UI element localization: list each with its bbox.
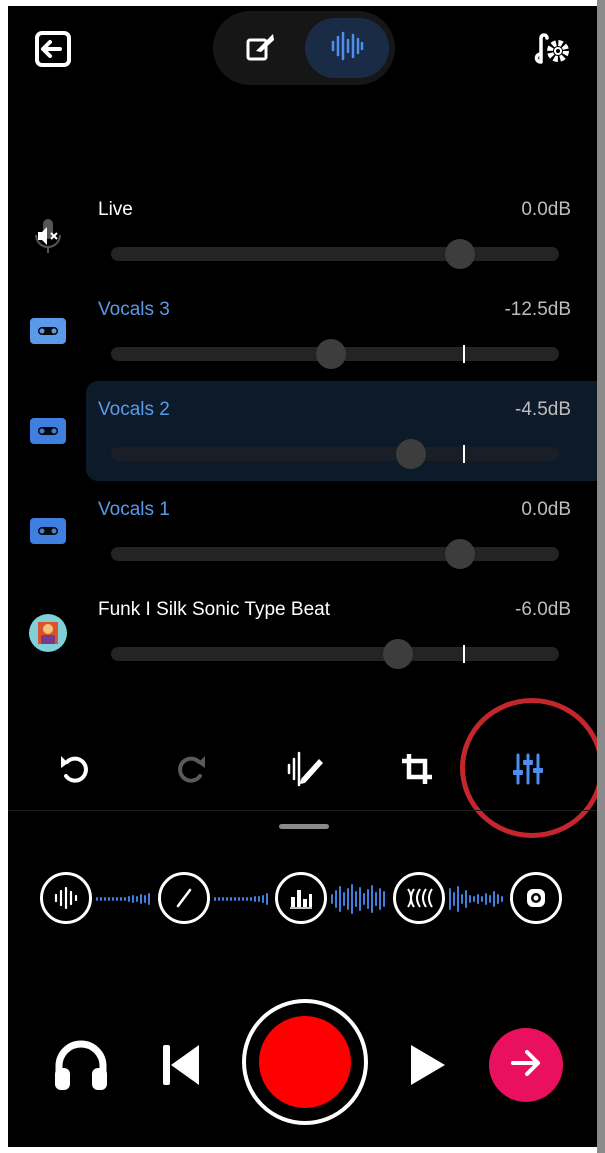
track-row[interactable]: Vocals 3 -12.5dB: [8, 281, 597, 381]
record-dot: [259, 1016, 351, 1108]
next-button[interactable]: [489, 1028, 563, 1102]
volume-slider[interactable]: [111, 339, 559, 369]
music-settings-icon[interactable]: [528, 28, 576, 72]
effect-connector-wave: [214, 882, 268, 916]
unity-tick: [463, 645, 465, 663]
mixer-screen: Live 0.0dB Vocals 3 -12.5dB Vocals 2 -4.…: [8, 6, 597, 1147]
track-db: -12.5dB: [504, 299, 571, 320]
track-db: -6.0dB: [515, 599, 571, 620]
mode-switch: [213, 11, 395, 85]
tape-icon[interactable]: [26, 309, 70, 353]
redo-icon[interactable]: [166, 744, 216, 794]
track-name: Live: [98, 199, 133, 220]
album-art-icon[interactable]: [26, 611, 70, 655]
volume-slider[interactable]: [111, 439, 559, 469]
reverb-effect-icon[interactable]: [393, 872, 445, 924]
track-row[interactable]: Vocals 1 0.0dB: [8, 481, 597, 581]
volume-slider[interactable]: [111, 639, 559, 669]
headphones-icon[interactable]: [50, 1036, 112, 1094]
slider-knob[interactable]: [396, 439, 427, 469]
slope-effect-icon[interactable]: [158, 872, 210, 924]
track-row[interactable]: Funk I Silk Sonic Type Beat -6.0dB: [8, 581, 597, 681]
slider-knob[interactable]: [382, 639, 413, 669]
track-db: -4.5dB: [515, 399, 571, 420]
mix-mode-tab[interactable]: [305, 18, 389, 78]
track-row-selected[interactable]: Vocals 2 -4.5dB: [8, 381, 597, 481]
edit-mode-tab[interactable]: [219, 18, 303, 78]
target-effect-icon[interactable]: [510, 872, 562, 924]
play-icon[interactable]: [402, 1040, 452, 1090]
scrollbar-edge: [597, 0, 605, 1153]
track-row[interactable]: Live 0.0dB: [8, 181, 597, 281]
slider-knob[interactable]: [315, 339, 346, 369]
undo-icon[interactable]: [50, 744, 100, 794]
unity-tick: [463, 445, 465, 463]
track-db: 0.0dB: [521, 499, 571, 520]
mic-muted-icon[interactable]: [26, 215, 70, 259]
effect-connector-wave: [331, 882, 385, 916]
tape-icon[interactable]: [26, 509, 70, 553]
track-name: Funk I Silk Sonic Type Beat: [98, 599, 330, 620]
magic-edit-icon[interactable]: [280, 744, 330, 794]
unity-tick: [463, 345, 465, 363]
track-db: 0.0dB: [521, 199, 571, 220]
crop-icon[interactable]: [392, 744, 442, 794]
equalizer-effect-icon[interactable]: [275, 872, 327, 924]
skip-back-icon[interactable]: [156, 1040, 206, 1090]
effect-connector-wave: [96, 882, 150, 916]
track-name: Vocals 3: [98, 299, 170, 320]
slider-knob[interactable]: [445, 239, 476, 269]
waveform-icon: [330, 31, 364, 66]
track-name: Vocals 2: [98, 399, 170, 420]
volume-slider[interactable]: [111, 239, 559, 269]
effect-connector-wave: [449, 882, 503, 916]
tape-icon[interactable]: [26, 409, 70, 453]
slider-knob[interactable]: [445, 539, 476, 569]
exit-icon[interactable]: [30, 26, 76, 72]
volume-slider[interactable]: [111, 539, 559, 569]
record-button[interactable]: [242, 999, 368, 1125]
track-name: Vocals 1: [98, 499, 170, 520]
next-arrow-icon: [509, 1048, 543, 1083]
selection-highlight: [86, 381, 597, 481]
divider: [8, 810, 597, 811]
drag-handle[interactable]: [279, 824, 329, 829]
waveform-effect-icon[interactable]: [40, 872, 92, 924]
annotation-circle: [460, 698, 597, 838]
pen-edit-icon: [245, 30, 277, 67]
